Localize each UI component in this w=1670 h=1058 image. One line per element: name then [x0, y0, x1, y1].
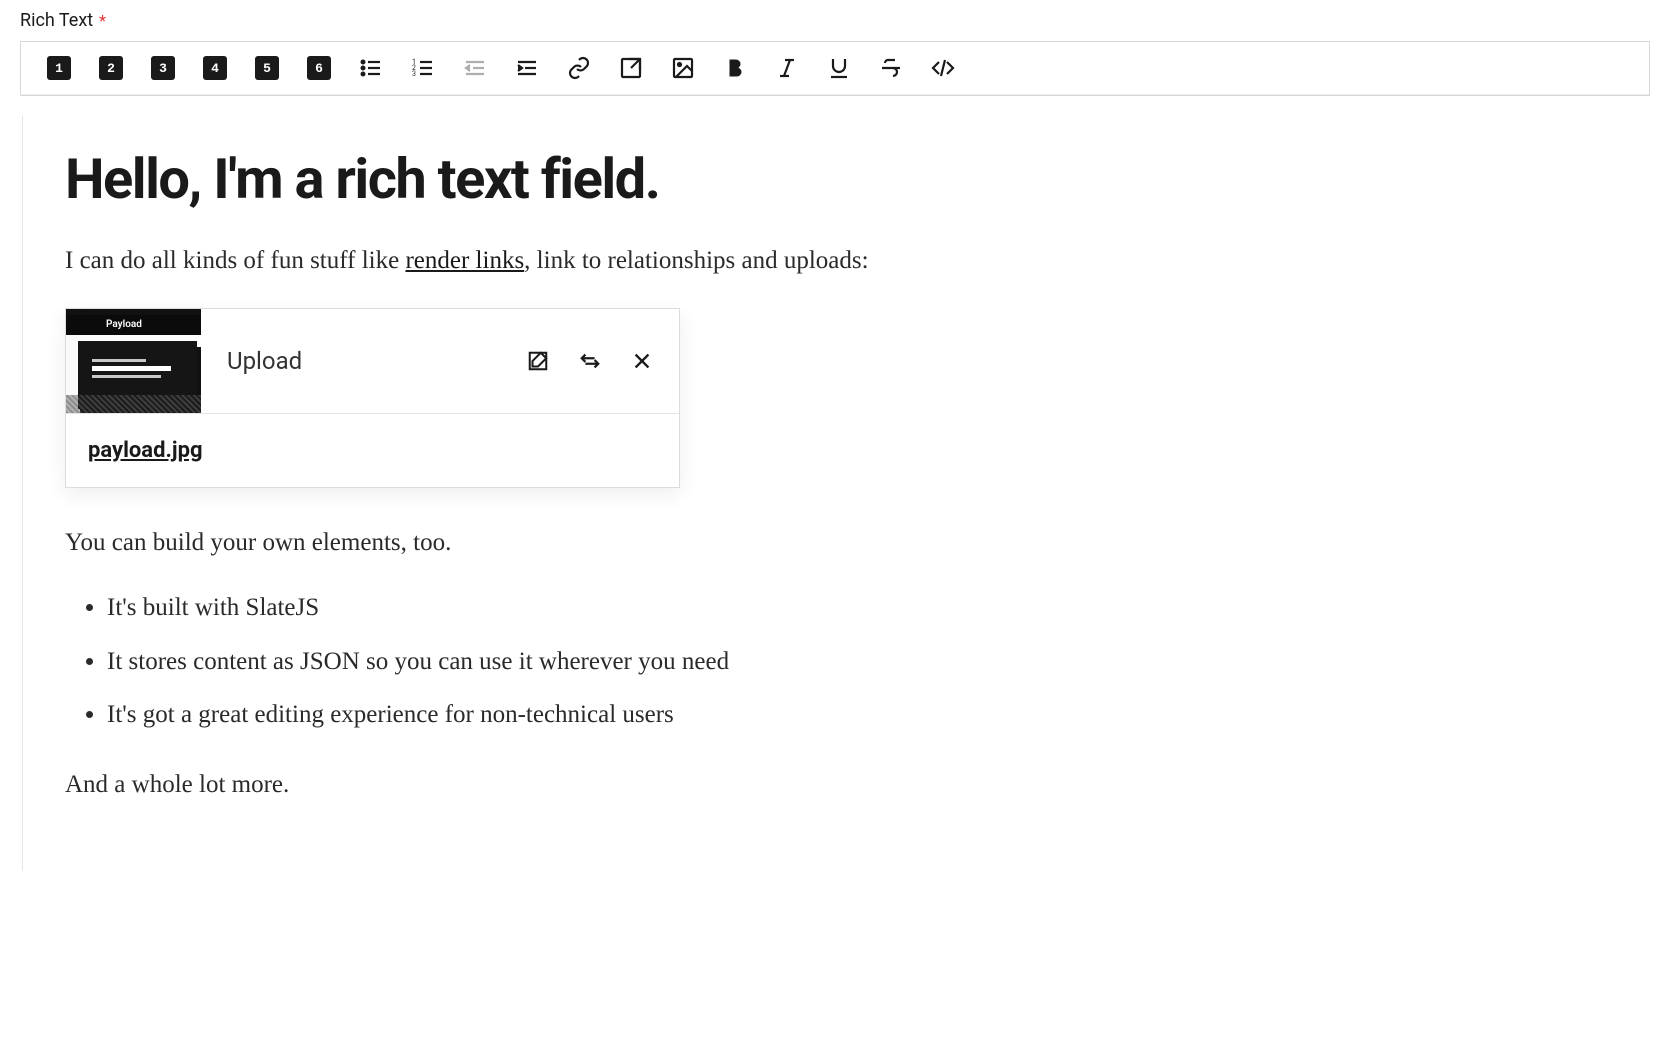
- upload-filename-link[interactable]: payload.jpg: [88, 438, 203, 463]
- indent-icon[interactable]: [515, 56, 539, 80]
- paragraph-text: I can do all kinds of fun stuff like: [65, 247, 405, 274]
- upload-meta: Upload: [201, 309, 679, 413]
- bold-icon[interactable]: [723, 56, 747, 80]
- upload-type-label: Upload: [227, 347, 302, 375]
- underline-icon[interactable]: [827, 56, 851, 80]
- list-item: It's got a great editing experience for …: [107, 696, 1608, 734]
- remove-upload-icon[interactable]: [631, 350, 653, 372]
- upload-icon[interactable]: [671, 56, 695, 80]
- link-icon[interactable]: [567, 56, 591, 80]
- editor-content[interactable]: Hello, I'm a rich text field. I can do a…: [22, 116, 1650, 871]
- heading-6-button[interactable]: 6: [307, 56, 331, 80]
- required-indicator: *: [99, 11, 106, 30]
- code-icon[interactable]: [931, 56, 955, 80]
- field-label: Rich Text *: [20, 10, 1650, 31]
- field-label-text: Rich Text: [20, 10, 93, 31]
- svg-text:3: 3: [412, 70, 416, 78]
- paragraph-text: , link to relationships and uploads:: [524, 247, 868, 274]
- thumbnail-logo: Payload: [66, 315, 201, 335]
- edit-upload-icon[interactable]: [527, 350, 549, 372]
- content-paragraph-2: You can build your own elements, too.: [65, 524, 1608, 562]
- content-heading: Hello, I'm a rich text field.: [65, 146, 1608, 212]
- outdent-icon[interactable]: [463, 56, 487, 80]
- content-bullet-list: It's built with SlateJS It stores conten…: [65, 589, 1608, 734]
- bullet-list-icon[interactable]: [359, 56, 383, 80]
- heading-1-button[interactable]: 1: [47, 56, 71, 80]
- inline-link[interactable]: render links: [405, 247, 524, 274]
- heading-3-button[interactable]: 3: [151, 56, 175, 80]
- strikethrough-icon[interactable]: [879, 56, 903, 80]
- swap-upload-icon[interactable]: [579, 350, 601, 372]
- rich-text-editor: 1 2 3 4 5 6 123: [20, 41, 1650, 96]
- relationship-icon[interactable]: [619, 56, 643, 80]
- list-item: It stores content as JSON so you can use…: [107, 643, 1608, 681]
- content-paragraph-3: And a whole lot more.: [65, 766, 1608, 804]
- heading-4-button[interactable]: 4: [203, 56, 227, 80]
- heading-2-button[interactable]: 2: [99, 56, 123, 80]
- editor-toolbar: 1 2 3 4 5 6 123: [21, 42, 1649, 95]
- upload-block: Payload Upload: [65, 308, 680, 488]
- upload-thumbnail: Payload: [66, 309, 201, 413]
- upload-actions: [527, 350, 653, 372]
- list-item: It's built with SlateJS: [107, 589, 1608, 627]
- heading-5-button[interactable]: 5: [255, 56, 279, 80]
- upload-filename-row: payload.jpg: [66, 413, 679, 487]
- ordered-list-icon[interactable]: 123: [411, 56, 435, 80]
- italic-icon[interactable]: [775, 56, 799, 80]
- upload-header-row: Payload Upload: [66, 309, 679, 413]
- content-paragraph-1: I can do all kinds of fun stuff like ren…: [65, 242, 1608, 280]
